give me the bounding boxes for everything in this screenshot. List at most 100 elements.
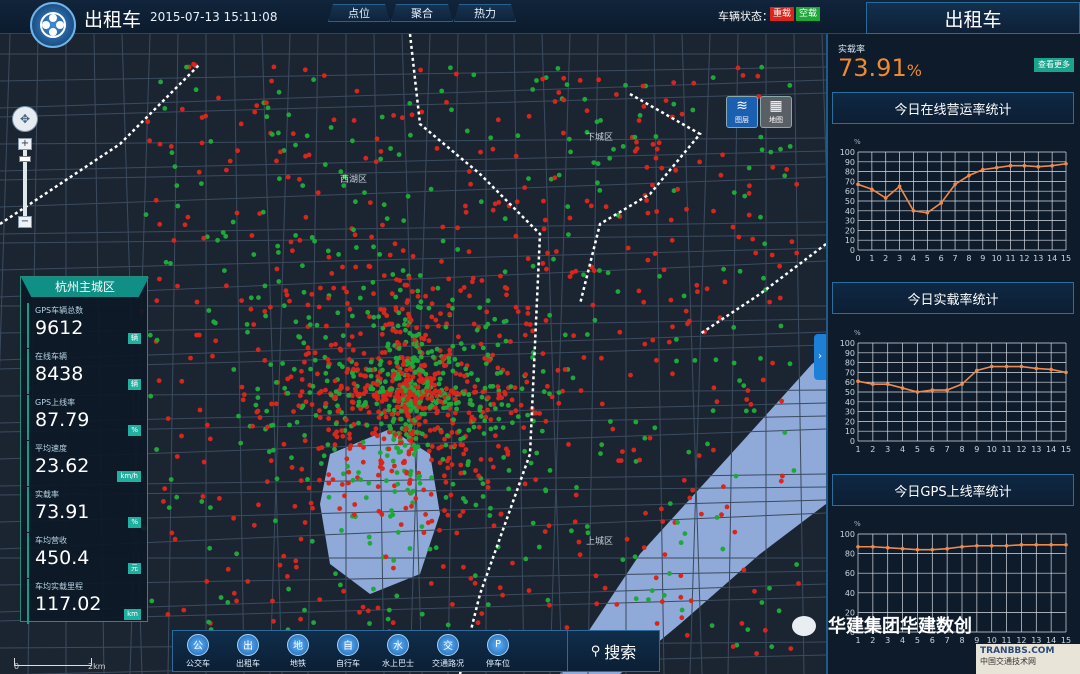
stat-value: 87.79 — [35, 409, 90, 431]
vehicle-point — [230, 219, 236, 225]
search-button[interactable]: ⚲ 搜索 — [567, 631, 659, 671]
vehicle-point — [332, 442, 338, 448]
vehicle-point — [274, 476, 280, 482]
collapse-panel-handle[interactable]: › — [814, 334, 826, 380]
vehicle-point — [222, 268, 227, 273]
status-badge-empty[interactable]: 空载 — [796, 7, 821, 21]
data-point — [870, 187, 874, 192]
vehicle-point — [491, 523, 497, 529]
vehicle-point — [597, 268, 602, 273]
vehicle-point — [654, 146, 660, 152]
vehicle-point — [154, 337, 160, 343]
vehicle-point — [251, 522, 257, 528]
tab-cluster[interactable]: 聚合 — [391, 4, 453, 22]
vehicle-point — [466, 459, 471, 464]
vehicle-point — [666, 339, 672, 345]
layer-button[interactable]: ≋ 图层 — [726, 96, 758, 128]
vehicle-point — [788, 646, 794, 651]
toolbar-item-traffic-light[interactable]: 交交通路况 — [423, 631, 473, 671]
zoom-slider[interactable] — [19, 150, 31, 216]
vehicle-point — [290, 131, 296, 137]
toolbar-item-taxi[interactable]: 出出租车 — [223, 631, 273, 671]
tab-heatmap[interactable]: 热力 — [454, 4, 516, 22]
vehicle-point — [536, 544, 542, 550]
pan-control-icon[interactable]: ✥ — [12, 106, 38, 132]
stat-unit-badge: 辆 — [128, 379, 141, 390]
vehicle-point — [731, 360, 737, 366]
vehicle-point — [386, 403, 392, 409]
vehicle-point — [437, 460, 443, 466]
vehicle-point — [264, 100, 269, 106]
vehicle-point — [502, 391, 508, 397]
zoom-slider-handle[interactable] — [19, 156, 31, 162]
vehicle-point — [332, 446, 337, 452]
vehicle-point — [711, 208, 716, 214]
vehicle-point — [435, 408, 440, 414]
vehicle-point — [758, 214, 763, 220]
vehicle-point — [390, 620, 396, 626]
vehicle-point — [312, 357, 318, 363]
vehicle-point — [471, 321, 477, 327]
vehicle-point — [526, 588, 532, 593]
data-point — [1050, 163, 1054, 168]
vehicle-point — [679, 111, 685, 117]
vehicle-point — [307, 390, 313, 395]
vehicle-point — [458, 470, 464, 476]
vehicle-point — [452, 410, 458, 416]
vehicle-point — [406, 449, 412, 455]
vehicle-point — [251, 252, 257, 257]
data-point — [967, 173, 971, 178]
vehicle-point — [193, 87, 199, 93]
tab-points[interactable]: 点位 — [328, 4, 390, 22]
vehicle-point — [762, 241, 768, 247]
vehicle-point — [161, 499, 166, 504]
vehicle-point — [654, 621, 660, 626]
toolbar-item-water-bus[interactable]: 水水上巴士 — [373, 631, 423, 671]
vehicle-point — [429, 396, 434, 402]
y-tick-label: 20 — [845, 417, 855, 426]
vehicle-point — [444, 99, 449, 105]
vehicle-point — [436, 370, 441, 376]
data-point — [925, 210, 930, 215]
vehicle-point — [405, 358, 410, 364]
vehicle-point — [610, 426, 616, 432]
basemap-button[interactable]: ▦ 地图 — [760, 96, 792, 128]
vehicle-point — [417, 377, 423, 383]
stat-value: 9612 — [35, 317, 84, 339]
zoom-in-button[interactable]: + — [18, 138, 32, 150]
vehicle-point — [673, 167, 679, 173]
vehicle-point — [224, 283, 229, 289]
vehicle-point — [458, 462, 464, 468]
toolbar-item-bicycle[interactable]: 自自行车 — [323, 631, 373, 671]
vehicle-point — [419, 524, 425, 529]
vehicle-point — [509, 397, 515, 403]
zoom-out-button[interactable]: − — [18, 216, 32, 228]
vehicle-point — [239, 384, 245, 390]
x-tick-label: 7 — [953, 254, 958, 263]
vehicle-point — [458, 341, 464, 346]
vehicle-point — [317, 408, 322, 413]
vehicle-point — [395, 481, 401, 487]
vehicle-point — [283, 288, 289, 294]
vehicle-point — [746, 191, 752, 196]
vehicle-point — [620, 557, 626, 563]
vehicle-point — [496, 443, 501, 449]
vehicle-point — [289, 455, 294, 461]
vehicle-point — [564, 82, 570, 87]
vehicle-point — [442, 508, 447, 513]
vehicle-point — [481, 431, 487, 436]
view-more-button[interactable]: 查看更多 — [1034, 58, 1074, 72]
vehicle-point — [375, 484, 381, 490]
vehicle-point — [498, 511, 504, 517]
toolbar-item-bus[interactable]: 公公交车 — [173, 631, 223, 671]
toolbar-item-parking[interactable]: P 停车位 — [473, 631, 523, 671]
vehicle-point — [278, 149, 283, 155]
vehicle-point — [391, 558, 397, 563]
vehicle-point — [361, 351, 367, 356]
data-point — [1064, 370, 1068, 375]
stat-item: GPS车辆总数 9612 辆 — [27, 303, 143, 348]
vehicle-point — [363, 389, 369, 394]
toolbar-item-subway[interactable]: 地地铁 — [273, 631, 323, 671]
vehicle-point — [217, 496, 222, 501]
status-badge-loaded[interactable]: 重载 — [770, 7, 795, 21]
